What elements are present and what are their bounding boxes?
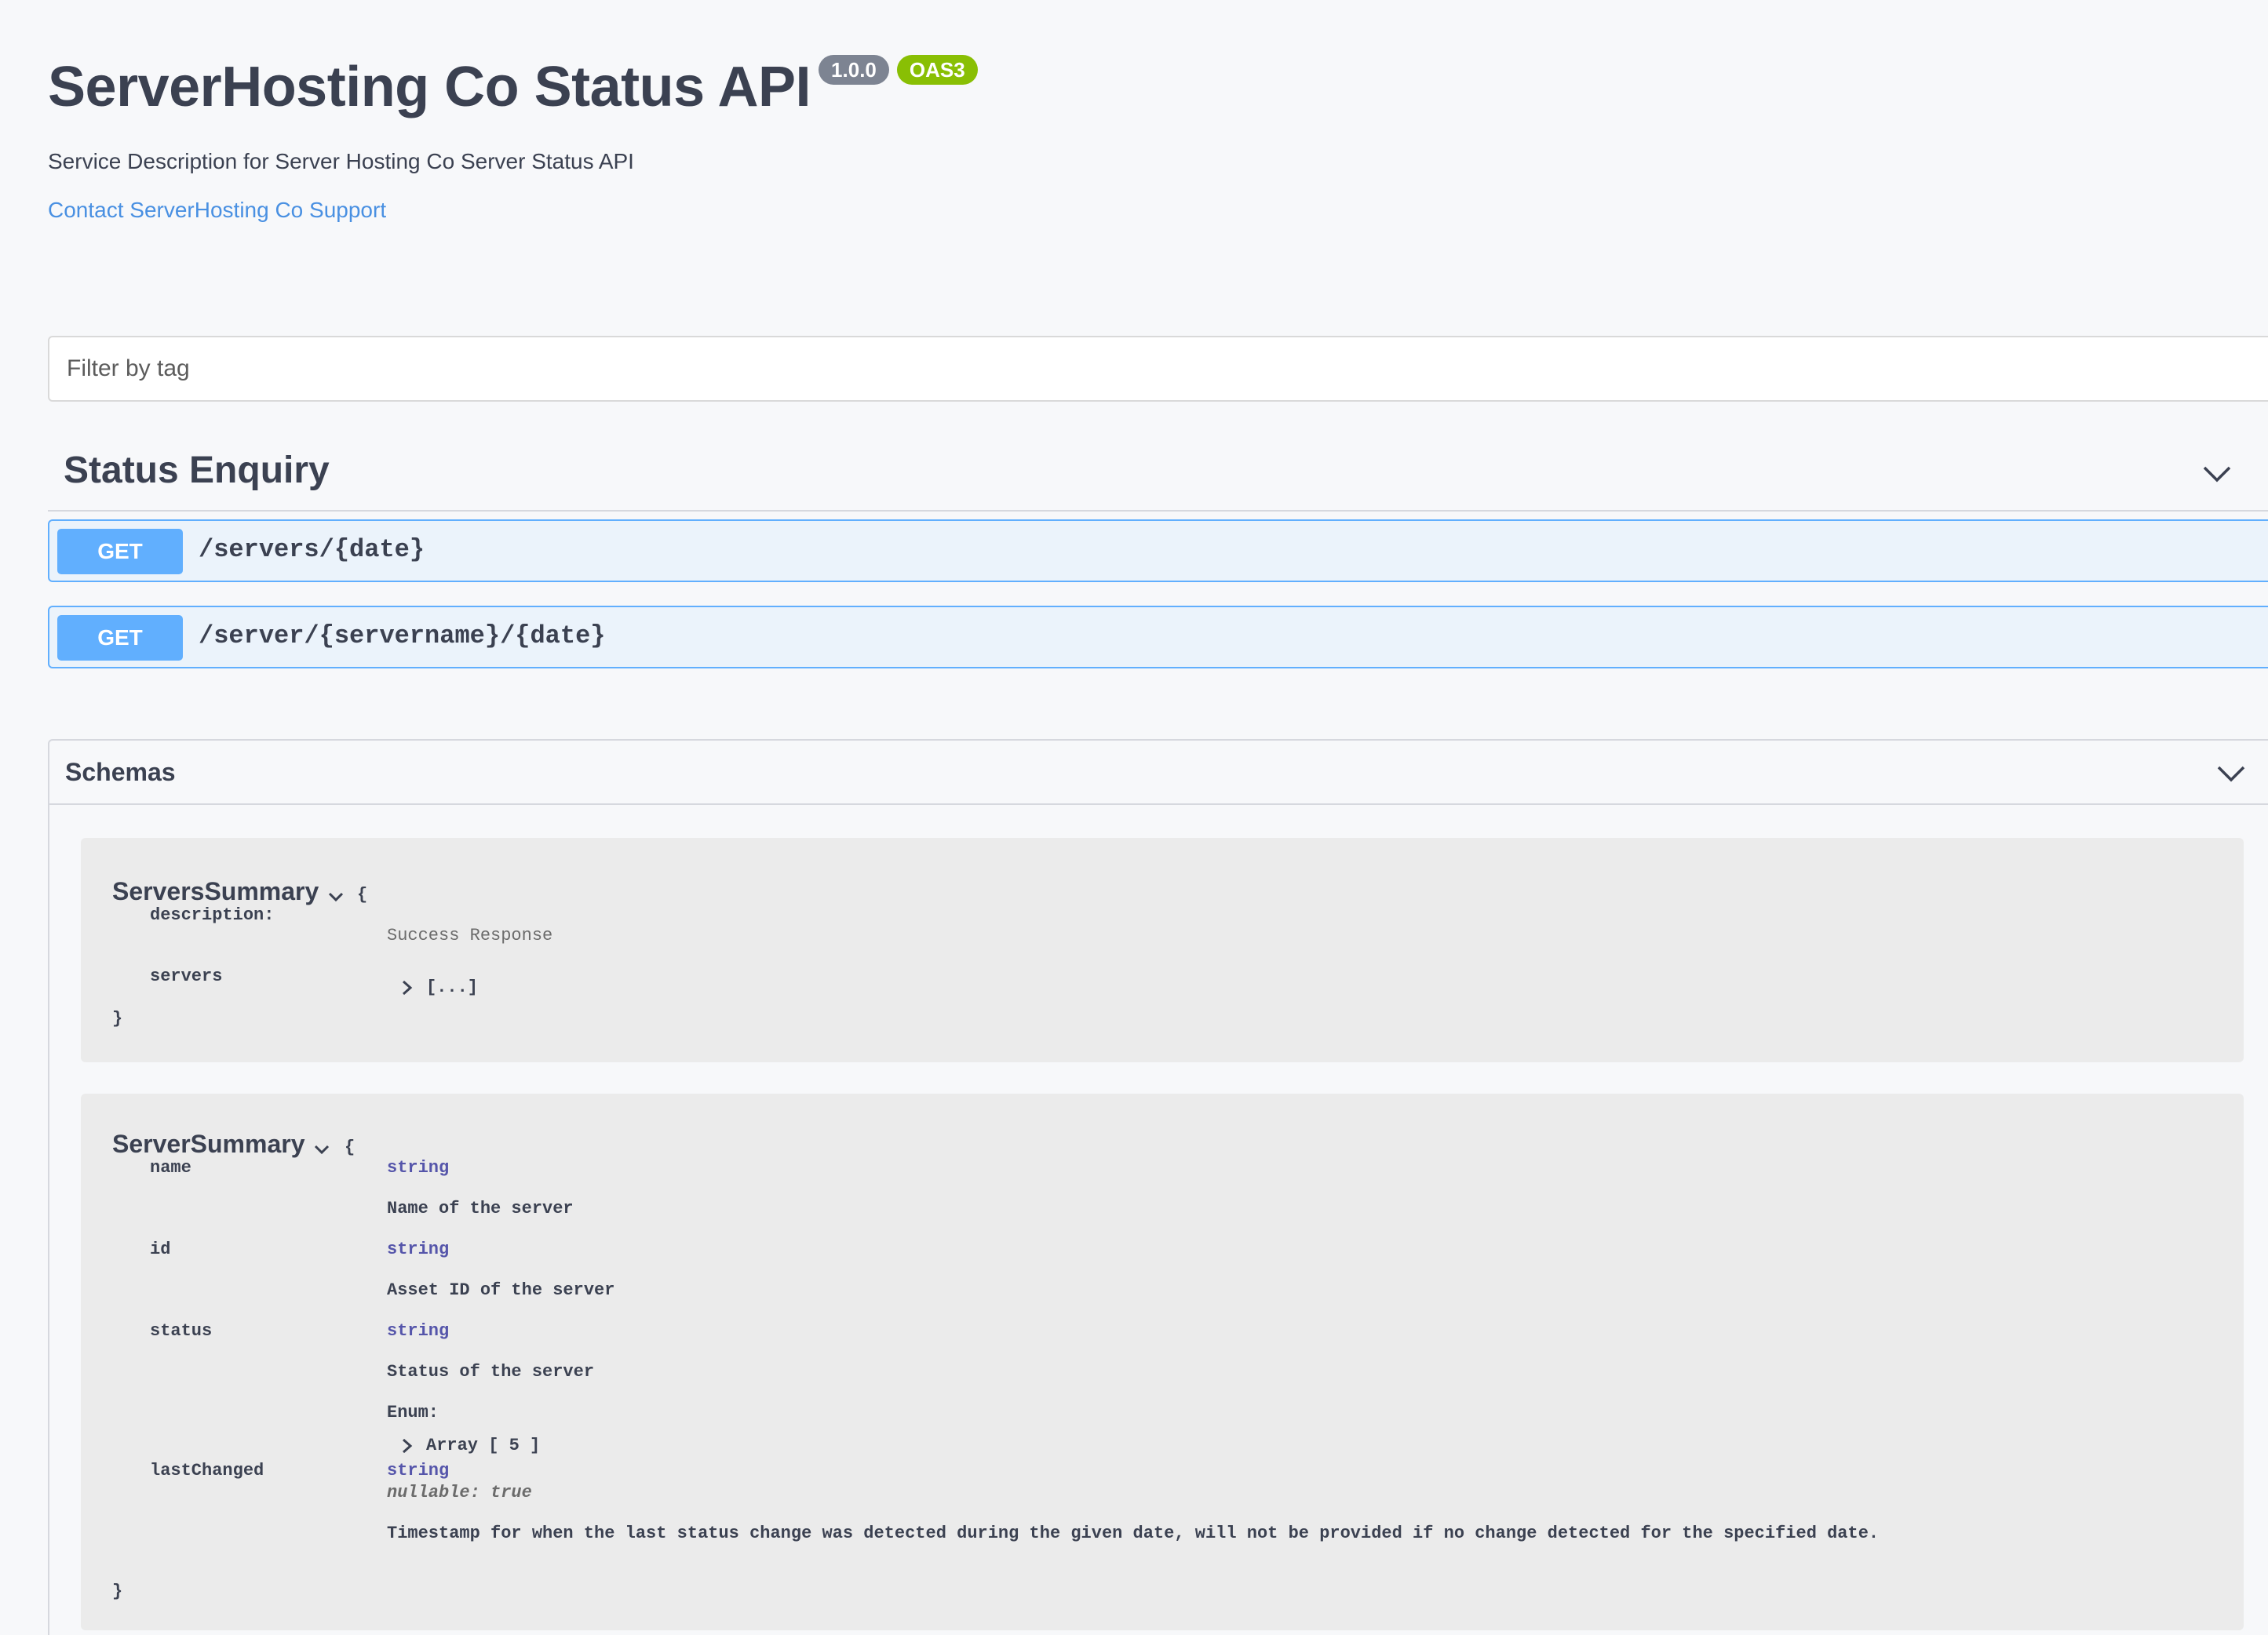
- chevron-down-icon[interactable]: [312, 1139, 332, 1160]
- prop-name-desc: Name of the server: [387, 1199, 574, 1218]
- prop-name-label: name: [150, 1158, 191, 1178]
- close-brace: }: [112, 1009, 123, 1029]
- api-info: ServerHosting Co Status API 1.0.0 OAS3: [48, 52, 978, 122]
- chevron-down-icon[interactable]: [2212, 755, 2250, 792]
- prop-servers-label: servers: [150, 967, 223, 986]
- prop-description-value: Success Response: [387, 926, 553, 945]
- schemas-section: Schemas ServersSummary { description: Su…: [48, 739, 2268, 1635]
- prop-lastchanged-nullable: nullable: true: [387, 1483, 532, 1502]
- chevron-down-icon[interactable]: [2198, 455, 2236, 493]
- filter-by-tag-input[interactable]: [48, 336, 2268, 402]
- operation-get-servers-date[interactable]: GET /servers/{date}: [48, 519, 2268, 582]
- prop-lastchanged-label: lastChanged: [150, 1461, 264, 1480]
- status-enum-expander[interactable]: Array [ 5 ]: [399, 1436, 540, 1455]
- prop-status-enum-label: Enum:: [387, 1403, 439, 1422]
- prop-id-type: string: [387, 1240, 450, 1259]
- model-server-summary: ServerSummary { name string Name of the …: [81, 1094, 2244, 1630]
- open-brace: {: [357, 885, 368, 905]
- prop-id-label: id: [150, 1240, 171, 1259]
- prop-lastchanged-desc: Timestamp for when the last status chang…: [387, 1524, 1880, 1543]
- prop-status-type: string: [387, 1321, 450, 1341]
- status-enum-value: Array [ 5 ]: [426, 1436, 541, 1455]
- swagger-ui-page: ServerHosting Co Status API 1.0.0 OAS3 S…: [0, 0, 2268, 1635]
- model-servers-summary: ServersSummary { description: Success Re…: [81, 838, 2244, 1062]
- prop-status-label: status: [150, 1321, 213, 1341]
- servers-array-value: [...]: [426, 978, 479, 997]
- chevron-down-icon[interactable]: [326, 887, 346, 907]
- method-badge: GET: [57, 529, 183, 574]
- model-name[interactable]: ServerSummary: [112, 1130, 304, 1159]
- prop-lastchanged-type: string: [387, 1461, 450, 1480]
- servers-array-expander[interactable]: [...]: [399, 978, 478, 997]
- schemas-title: Schemas: [65, 758, 176, 786]
- api-description: Service Description for Server Hosting C…: [48, 149, 634, 173]
- operation-path: /server/{servername}/{date}: [199, 621, 606, 650]
- api-title: ServerHosting Co Status API: [48, 56, 811, 118]
- chevron-right-icon: [403, 980, 413, 995]
- schemas-header[interactable]: Schemas: [49, 741, 2268, 805]
- operation-path: /servers/{date}: [199, 535, 425, 564]
- prop-description-label: description:: [150, 905, 275, 925]
- open-brace: {: [345, 1138, 356, 1157]
- method-badge: GET: [57, 615, 183, 661]
- chevron-right-icon: [403, 1438, 413, 1453]
- close-brace: }: [112, 1582, 123, 1601]
- oas-badge: OAS3: [896, 55, 978, 85]
- prop-id-desc: Asset ID of the server: [387, 1280, 615, 1300]
- contact-support-link[interactable]: Contact ServerHosting Co Support: [48, 198, 386, 223]
- prop-name-type: string: [387, 1158, 450, 1178]
- title-row: ServerHosting Co Status API 1.0.0 OAS3: [48, 52, 978, 122]
- tag-section-status-enquiry[interactable]: Status Enquiry: [48, 436, 2268, 512]
- tag-title: Status Enquiry: [64, 450, 330, 491]
- model-name[interactable]: ServersSummary: [112, 877, 319, 906]
- prop-status-desc: Status of the server: [387, 1362, 595, 1382]
- version-badge: 1.0.0: [819, 55, 889, 85]
- operation-get-server-servername-date[interactable]: GET /server/{servername}/{date}: [48, 606, 2268, 668]
